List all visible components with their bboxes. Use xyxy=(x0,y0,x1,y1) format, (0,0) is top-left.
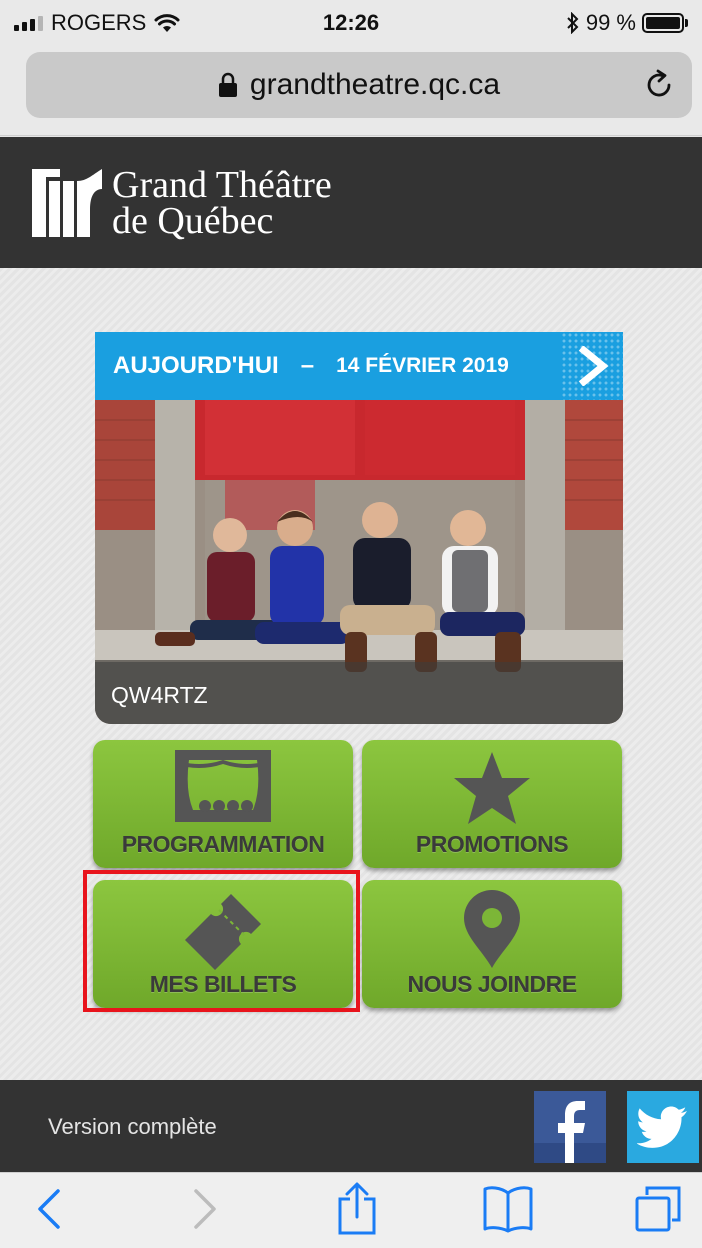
wifi-icon xyxy=(154,14,180,32)
status-right: 99 % xyxy=(448,10,688,36)
address-bar[interactable]: grandtheatre.qc.ca xyxy=(26,52,692,118)
twitter-icon[interactable] xyxy=(627,1091,699,1163)
status-left: ROGERS xyxy=(14,10,254,36)
bluetooth-icon xyxy=(567,12,579,34)
logo-line-1: Grand Théâtre xyxy=(112,163,332,206)
next-arrow-icon[interactable] xyxy=(561,332,623,400)
full-version-link[interactable]: Version complète xyxy=(48,1114,217,1140)
back-arrow-icon[interactable] xyxy=(34,1187,64,1231)
facebook-icon[interactable] xyxy=(534,1091,606,1163)
site-logo-text[interactable]: Grand Théâtre de Québec xyxy=(112,163,332,242)
carrier-name: ROGERS xyxy=(51,10,147,35)
browser-toolbar xyxy=(0,1172,702,1248)
stage-icon xyxy=(175,750,271,822)
site-footer: Version complète xyxy=(0,1080,702,1172)
main-content: AUJOURD'HUI – 14 FÉVRIER 2019 QW4RTZ PRO… xyxy=(0,268,702,1080)
map-pin-icon xyxy=(464,890,520,968)
lock-icon xyxy=(218,72,237,97)
featured-show-card[interactable]: AUJOURD'HUI – 14 FÉVRIER 2019 QW4RTZ xyxy=(95,332,623,724)
battery-percent: 99 % xyxy=(585,10,636,35)
nous-joindre-button[interactable]: NOUS JOINDRE xyxy=(362,880,622,1008)
banner-separator: – xyxy=(300,352,315,379)
today-label: AUJOURD'HUI xyxy=(113,352,279,379)
featured-date: 14 FÉVRIER 2019 xyxy=(336,354,509,377)
forward-arrow-icon[interactable] xyxy=(190,1187,220,1231)
nous-joindre-label: NOUS JOINDRE xyxy=(407,971,577,997)
share-icon[interactable] xyxy=(336,1181,378,1237)
grand-theatre-logo-icon[interactable] xyxy=(32,168,102,237)
promotions-label: PROMOTIONS xyxy=(415,831,569,857)
bookmarks-icon[interactable] xyxy=(482,1185,534,1233)
browser-address-area: grandtheatre.qc.ca xyxy=(0,46,702,136)
programmation-button[interactable]: PROGRAMMATION xyxy=(93,740,353,868)
clock: 12:26 xyxy=(322,10,380,35)
battery-icon xyxy=(642,13,688,33)
reload-icon[interactable] xyxy=(642,68,676,102)
status-bar: ROGERS 12:26 99 % xyxy=(0,0,702,46)
site-header: Grand Théâtre de Québec xyxy=(0,137,702,268)
show-title-caption: QW4RTZ xyxy=(95,662,623,724)
logo-line-2: de Québec xyxy=(112,199,274,242)
url-text: grandtheatre.qc.ca xyxy=(249,68,501,101)
star-icon xyxy=(454,752,530,824)
featured-banner[interactable]: AUJOURD'HUI – 14 FÉVRIER 2019 xyxy=(95,332,623,400)
battery-level-fill xyxy=(646,17,680,29)
programmation-label: PROGRAMMATION xyxy=(121,831,325,857)
tabs-icon[interactable] xyxy=(634,1185,682,1233)
promotions-button[interactable]: PROMOTIONS xyxy=(362,740,622,868)
signal-strength-icon xyxy=(14,15,43,31)
featured-show-photo[interactable]: QW4RTZ xyxy=(95,400,623,724)
selection-highlight xyxy=(83,870,360,1012)
